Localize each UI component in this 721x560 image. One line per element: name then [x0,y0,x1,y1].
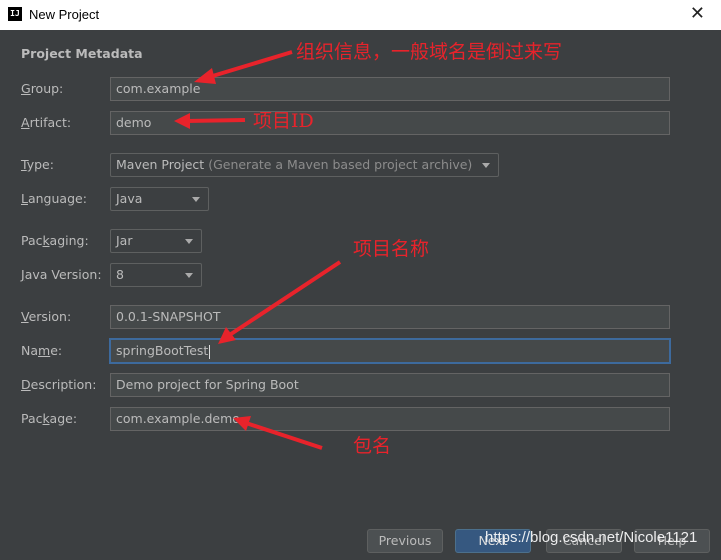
window-title: New Project [29,7,100,22]
group-field[interactable]: com.example [110,77,670,101]
description-label: Description: [21,377,97,392]
type-label: Type: [21,157,54,172]
watermark: https://blog.csdn.net/Nicole1121 [485,529,698,546]
java-version-label: Java Version: [21,267,102,282]
chevron-down-icon [185,239,193,244]
chevron-down-icon [482,163,490,168]
text-caret [209,344,211,359]
window-titlebar: IJ New Project ✕ [0,0,721,30]
name-label: Name: [21,343,63,358]
packaging-select[interactable]: Jar [110,229,202,253]
java-version-select-value: 8 [116,267,124,282]
intellij-logo-icon: IJ [8,7,22,21]
name-field[interactable]: springBootTest [110,339,670,363]
java-version-select[interactable]: 8 [110,263,202,287]
close-icon[interactable]: ✕ [690,3,705,24]
group-annotation: 组织信息，一般域名是倒过来写 [296,41,563,63]
language-select[interactable]: Java [110,187,209,211]
chevron-down-icon [185,273,193,278]
type-select-value: Maven Project [116,157,205,172]
packaging-label: Packaging: [21,233,89,248]
artifact-field[interactable]: demo [110,111,670,135]
group-arrow-shaft [205,50,293,80]
name-field-value: springBootTest [116,343,209,358]
package-annotation: 包名 [353,435,392,457]
previous-button[interactable]: Previous [367,529,443,553]
language-label: Language: [21,191,87,206]
group-label: Group: [21,81,64,96]
description-field[interactable]: Demo project for Spring Boot [110,373,670,397]
chevron-down-icon [192,197,200,202]
artifact-annotation: 项目ID [253,110,314,132]
type-select-hint: (Generate a Maven based project archive) [208,157,473,172]
version-label: Version: [21,309,72,324]
version-field[interactable]: 0.0.1-SNAPSHOT [110,305,670,329]
package-label: Package: [21,411,78,426]
package-field[interactable]: com.example.demo [110,407,670,431]
packaging-select-value: Jar [116,233,133,248]
language-select-value: Java [116,191,143,206]
name-annotation: 项目名称 [353,238,430,260]
artifact-label: Artifact: [21,115,72,130]
section-title: Project Metadata [21,46,143,61]
type-select[interactable]: Maven Project (Generate a Maven based pr… [110,153,499,177]
